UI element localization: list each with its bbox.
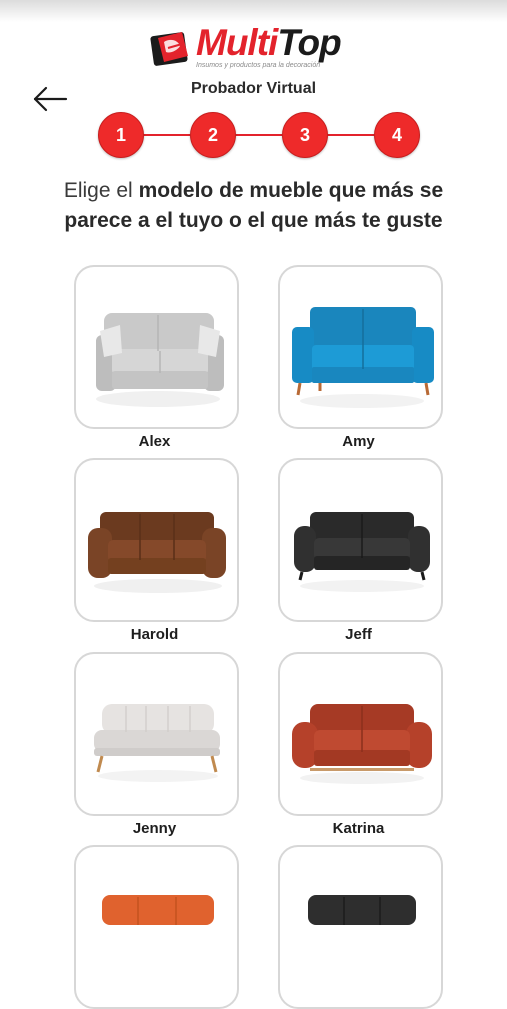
step-connector [326,134,374,136]
step-2[interactable]: 2 [190,112,236,158]
sofa-label-katrina: Katrina [332,820,385,837]
sofa-jeff-icon [294,512,430,592]
sofa-label-alex: Alex [138,433,171,450]
sofa-card-harold[interactable] [74,458,239,622]
logo-word-multi: Multi [196,22,278,63]
sofa-dark-icon [308,895,416,925]
sofa-harold-icon [88,512,226,593]
sofa-jenny-icon [94,704,220,782]
logo-tagline: Insumos y productos para la decoración [196,62,321,69]
sofa-card-amy[interactable] [278,265,443,429]
sofa-amy-icon [292,307,434,408]
sofa-label-jenny: Jenny [132,820,177,837]
sofa-orange-icon [102,895,214,925]
progress-stepper: 1 2 3 4 [98,112,420,158]
step-1[interactable]: 1 [98,112,144,158]
step-connector [142,134,190,136]
sofa-alex-icon [96,313,224,407]
sofa-label-jeff: Jeff [345,626,372,643]
sofa-card-katrina[interactable] [278,652,443,816]
instruction-prefix: Elige el [63,179,139,202]
multitop-logo: MultiTop Insumos y productos para la dec… [148,22,378,74]
step-4[interactable]: 4 [374,112,420,158]
sofa-card-8[interactable] [278,845,443,1009]
page-title: Probador Virtual [190,80,317,97]
sofa-card-alex[interactable] [74,265,239,429]
status-bar-shade [0,0,507,22]
sofa-label-harold: Harold [130,626,179,643]
sofa-card-jenny[interactable] [74,652,239,816]
sofa-katrina-icon [292,704,432,784]
sofa-card-7[interactable] [74,845,239,1009]
sofa-card-jeff[interactable] [278,458,443,622]
logo-mark-icon [150,32,188,66]
logo-word-top: Top [277,22,341,63]
instruction-heading: Elige el modelo de mueble que más se par… [40,176,467,236]
step-connector [234,134,282,136]
step-3[interactable]: 3 [282,112,328,158]
sofa-label-amy: Amy [342,433,375,450]
logo-wordmark: MultiTop [196,22,342,64]
